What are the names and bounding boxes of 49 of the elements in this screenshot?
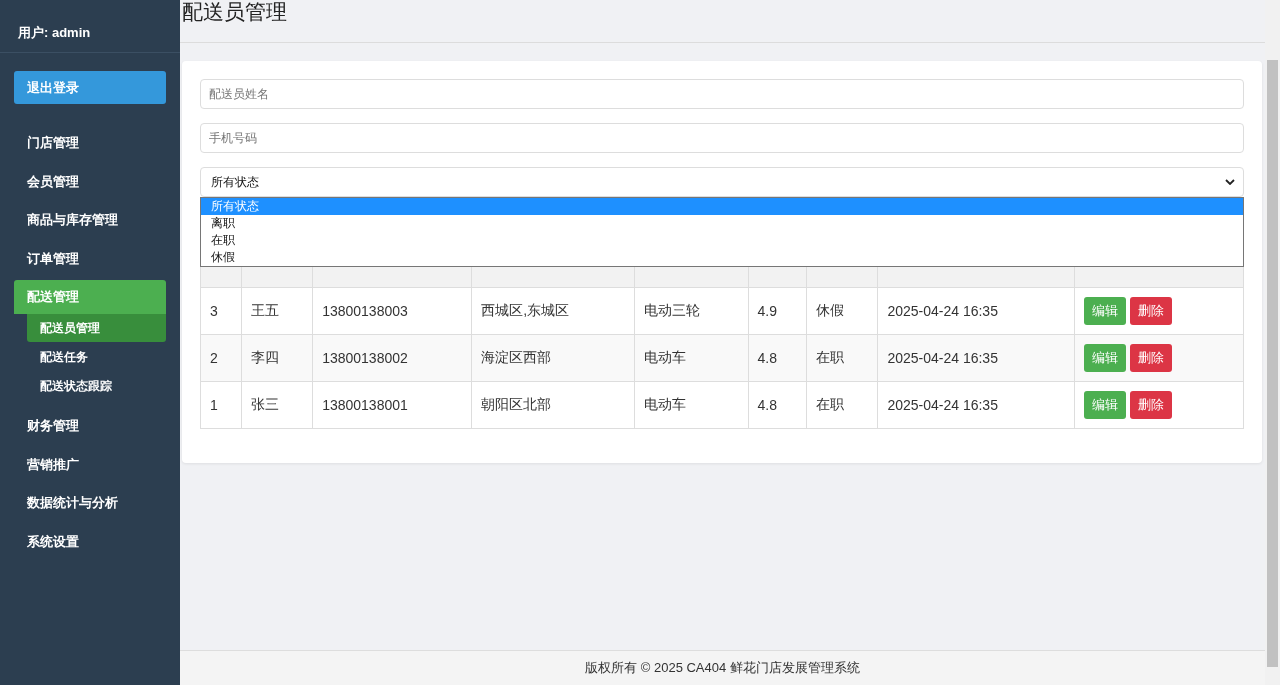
caret-icon [1225, 179, 1235, 185]
input-field[interactable]: 手机号码 [200, 123, 1244, 153]
table-cell: 4.9 [748, 287, 807, 335]
table-cell: 李四 [241, 334, 313, 382]
table-cell: 电动三轮 [634, 287, 749, 335]
scrollbar[interactable] [1265, 0, 1280, 685]
table-cell: 3 [200, 287, 242, 335]
nav-item[interactable]: 营销推广 [14, 447, 166, 482]
table-cell: 朝阳区北部 [471, 381, 635, 429]
table-cell: 电动车 [634, 381, 749, 429]
table-cell: 4.8 [748, 334, 807, 382]
table-cell: 2025-04-24 16:35 [877, 287, 1075, 335]
table-cell: 海淀区西部 [471, 334, 635, 382]
nav-item[interactable]: 数据统计与分析 [14, 486, 166, 520]
dropdown-option[interactable]: 离职 [201, 215, 1243, 232]
nav-item[interactable]: 门店管理 [14, 126, 166, 160]
table-cell: 西城区,东城区 [471, 287, 635, 335]
delete-button[interactable]: 删除 [1130, 297, 1173, 325]
status-select[interactable]: 所有状态 [200, 167, 1244, 197]
table-cell: 1 [200, 381, 242, 429]
nav-subitem[interactable]: 配送员管理 [27, 314, 166, 342]
table-cell: 13800138001 [312, 381, 472, 429]
nav-subitem[interactable]: 配送状态跟踪 [27, 372, 166, 400]
table-cell: 13800138002 [312, 334, 472, 382]
footer-text: 版权所有 © 2025 CA404 鲜花门店发展管理系统 [180, 650, 1265, 685]
table-cell: 在职 [806, 334, 878, 382]
table-cell: 休假 [806, 287, 878, 335]
table-cell: 2 [200, 334, 242, 382]
table-cell: 在职 [806, 381, 878, 429]
nav-item[interactable]: 商品与库存管理 [14, 203, 166, 237]
nav-subitem[interactable]: 配送任务 [27, 343, 166, 371]
input-field[interactable]: 配送员姓名 [200, 79, 1244, 109]
delete-button[interactable]: 删除 [1130, 344, 1173, 372]
table-cell: 2025-04-24 16:35 [877, 334, 1075, 382]
table-cell: 王五 [241, 287, 313, 335]
table-cell: 电动车 [634, 334, 749, 382]
scrollbar-thumb[interactable] [1267, 60, 1278, 667]
nav-item[interactable]: 系统设置 [14, 524, 166, 559]
table-cell: 张三 [241, 381, 313, 429]
nav-item[interactable]: 财务管理 [14, 409, 166, 443]
table-cell: 4.8 [748, 381, 807, 429]
nav-item[interactable]: 会员管理 [14, 164, 166, 199]
delete-button[interactable]: 删除 [1130, 391, 1173, 419]
nav-item[interactable]: 订单管理 [14, 241, 166, 276]
dropdown-option[interactable]: 在职 [201, 232, 1243, 249]
dropdown-option[interactable]: 休假 [201, 249, 1243, 266]
table-cell: 2025-04-24 16:35 [877, 381, 1075, 429]
table-cell: 13800138003 [312, 287, 472, 335]
page-title: 配送员管理 [182, 0, 288, 25]
